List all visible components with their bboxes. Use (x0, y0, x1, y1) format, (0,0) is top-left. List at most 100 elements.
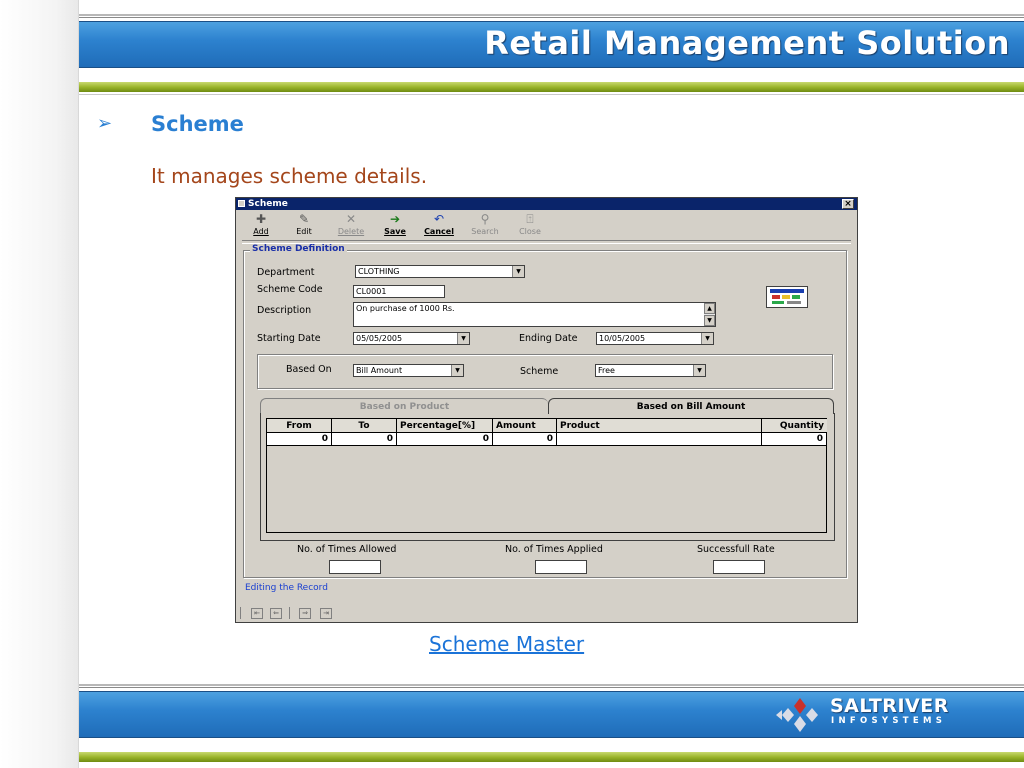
starting-date-select[interactable]: 05/05/2005 ▼ (353, 332, 470, 345)
logo-name: SALTRIVER (830, 695, 949, 717)
first-record-icon[interactable]: ⇤ (251, 608, 263, 619)
section-description: It manages scheme details. (151, 164, 428, 188)
based-on-value: Bill Amount (356, 366, 403, 375)
column-header-product[interactable]: Product (557, 419, 762, 433)
column-header-quantity[interactable]: Quantity (762, 419, 827, 433)
times-applied-label: No. of Times Applied (505, 544, 603, 555)
search-button-label: Search (471, 227, 499, 236)
previous-record-icon[interactable]: ⇐ (270, 608, 282, 619)
bullet-arrow-icon: ➢ (97, 113, 113, 134)
ending-date-select[interactable]: 10/05/2005 ▼ (596, 332, 714, 345)
top-divider-line-2 (79, 17, 1024, 18)
close-button[interactable]: ⍐ Close (510, 212, 550, 238)
times-applied-field[interactable] (535, 560, 587, 574)
success-rate-label: Successfull Rate (697, 544, 775, 555)
footer-band: SALTRIVER INFOSYSTEMS (79, 691, 1024, 738)
pencil-icon: ✎ (298, 212, 310, 226)
edit-button-label: Edit (296, 227, 312, 236)
based-on-label: Based On (286, 364, 332, 375)
logo-tagline: INFOSYSTEMS (831, 716, 947, 726)
scheme-master-caption[interactable]: Scheme Master (429, 632, 584, 656)
save-button-label: Save (384, 227, 406, 236)
chevron-down-icon[interactable]: ▼ (457, 333, 469, 344)
scheme-type-value: Free (598, 366, 615, 375)
header-green-band (79, 82, 1024, 92)
starting-date-value: 05/05/2005 (356, 334, 403, 343)
slide-left-margin (0, 0, 79, 768)
footer-top-line (79, 684, 1024, 686)
table-cell-percentage[interactable]: 0 (397, 433, 493, 446)
close-button-label: Close (519, 227, 541, 236)
chevron-down-icon[interactable]: ▼ (701, 333, 713, 344)
department-label: Department (257, 267, 315, 278)
window-close-button[interactable]: × (842, 199, 854, 209)
window-app-icon (238, 200, 245, 207)
scheme-definition-title: Scheme Definition (250, 244, 347, 254)
tab-based-on-bill-amount[interactable]: Based on Bill Amount (548, 398, 834, 414)
department-select[interactable]: CLOTHING ▼ (355, 265, 525, 278)
delete-button-label: Delete (337, 227, 365, 236)
search-icon: ⚲ (480, 212, 490, 226)
column-header-amount[interactable]: Amount (493, 419, 557, 433)
header-band: Retail Management Solution (79, 21, 1024, 68)
plus-icon: ✚ (255, 212, 267, 226)
window-titlebar[interactable]: Scheme × (236, 198, 857, 210)
department-value: CLOTHING (358, 267, 400, 276)
scheme-code-field[interactable]: CL0001 (353, 285, 445, 298)
based-on-select[interactable]: Bill Amount ▼ (353, 364, 464, 377)
bill-amount-tab-panel: From To Percentage[%] Amount Product Qua… (260, 413, 835, 541)
save-arrow-icon: ➔ (389, 212, 401, 226)
window-title: Scheme (248, 199, 288, 209)
description-value: On purchase of 1000 Rs. (356, 304, 455, 313)
times-allowed-label: No. of Times Allowed (297, 544, 397, 555)
next-record-icon[interactable]: ⇒ (299, 608, 311, 619)
chevron-down-icon[interactable]: ▼ (451, 365, 463, 376)
footer-green-band (79, 752, 1024, 762)
column-header-to[interactable]: To (332, 419, 397, 433)
top-divider-line (79, 14, 1024, 16)
success-rate-field[interactable] (713, 560, 765, 574)
times-allowed-field[interactable] (329, 560, 381, 574)
edit-button[interactable]: ✎ Edit (284, 212, 324, 238)
calendar-graphic (770, 289, 804, 304)
ending-date-value: 10/05/2005 (599, 334, 646, 343)
column-header-from[interactable]: From (267, 419, 332, 433)
delete-button[interactable]: ✕ Delete (331, 212, 371, 238)
saltriver-logo-icon (776, 698, 818, 732)
undo-icon: ↶ (433, 212, 445, 226)
description-field[interactable]: On purchase of 1000 Rs. ▲ ▼ (353, 302, 716, 327)
scroll-up-icon[interactable]: ▲ (704, 303, 715, 314)
scheme-window: Scheme × ✚ Add ✎ Edit ✕ Delete ➔ Save ↶ … (235, 197, 858, 623)
scheme-type-label: Scheme (520, 366, 559, 377)
table-cell-to[interactable]: 0 (332, 433, 397, 446)
chevron-down-icon[interactable]: ▼ (512, 266, 524, 277)
header-title: Retail Management Solution (484, 24, 1010, 62)
nav-separator-2 (289, 607, 290, 619)
table-cell-amount[interactable]: 0 (493, 433, 557, 446)
status-text: Editing the Record (245, 583, 328, 593)
cancel-button-label: Cancel (424, 227, 454, 236)
table-cell-quantity[interactable]: 0 (762, 433, 826, 446)
search-button[interactable]: ⚲ Search (465, 212, 505, 238)
table-cell-product[interactable] (557, 433, 762, 446)
save-button[interactable]: ➔ Save (375, 212, 415, 238)
slide-left-divider (78, 0, 79, 768)
starting-date-label: Starting Date (257, 333, 321, 344)
add-button[interactable]: ✚ Add (241, 212, 281, 238)
calendar-icon[interactable] (766, 286, 808, 308)
cancel-button[interactable]: ↶ Cancel (419, 212, 459, 238)
column-header-percentage[interactable]: Percentage[%] (397, 419, 493, 433)
nav-separator (240, 607, 241, 619)
table-cell-from[interactable]: 0 (267, 433, 332, 446)
delete-x-icon: ✕ (345, 212, 357, 226)
tab-based-on-product[interactable]: Based on Product (260, 398, 548, 414)
last-record-icon[interactable]: ⇥ (320, 608, 332, 619)
chevron-down-icon[interactable]: ▼ (693, 365, 705, 376)
scroll-down-icon[interactable]: ▼ (704, 315, 715, 326)
scheme-code-label: Scheme Code (257, 284, 323, 295)
scheme-type-select[interactable]: Free ▼ (595, 364, 706, 377)
scheme-slab-grid[interactable]: From To Percentage[%] Amount Product Qua… (266, 418, 827, 533)
description-label: Description (257, 305, 312, 316)
add-button-label: Add (253, 227, 269, 236)
description-scrollbar[interactable]: ▲ ▼ (704, 303, 715, 326)
